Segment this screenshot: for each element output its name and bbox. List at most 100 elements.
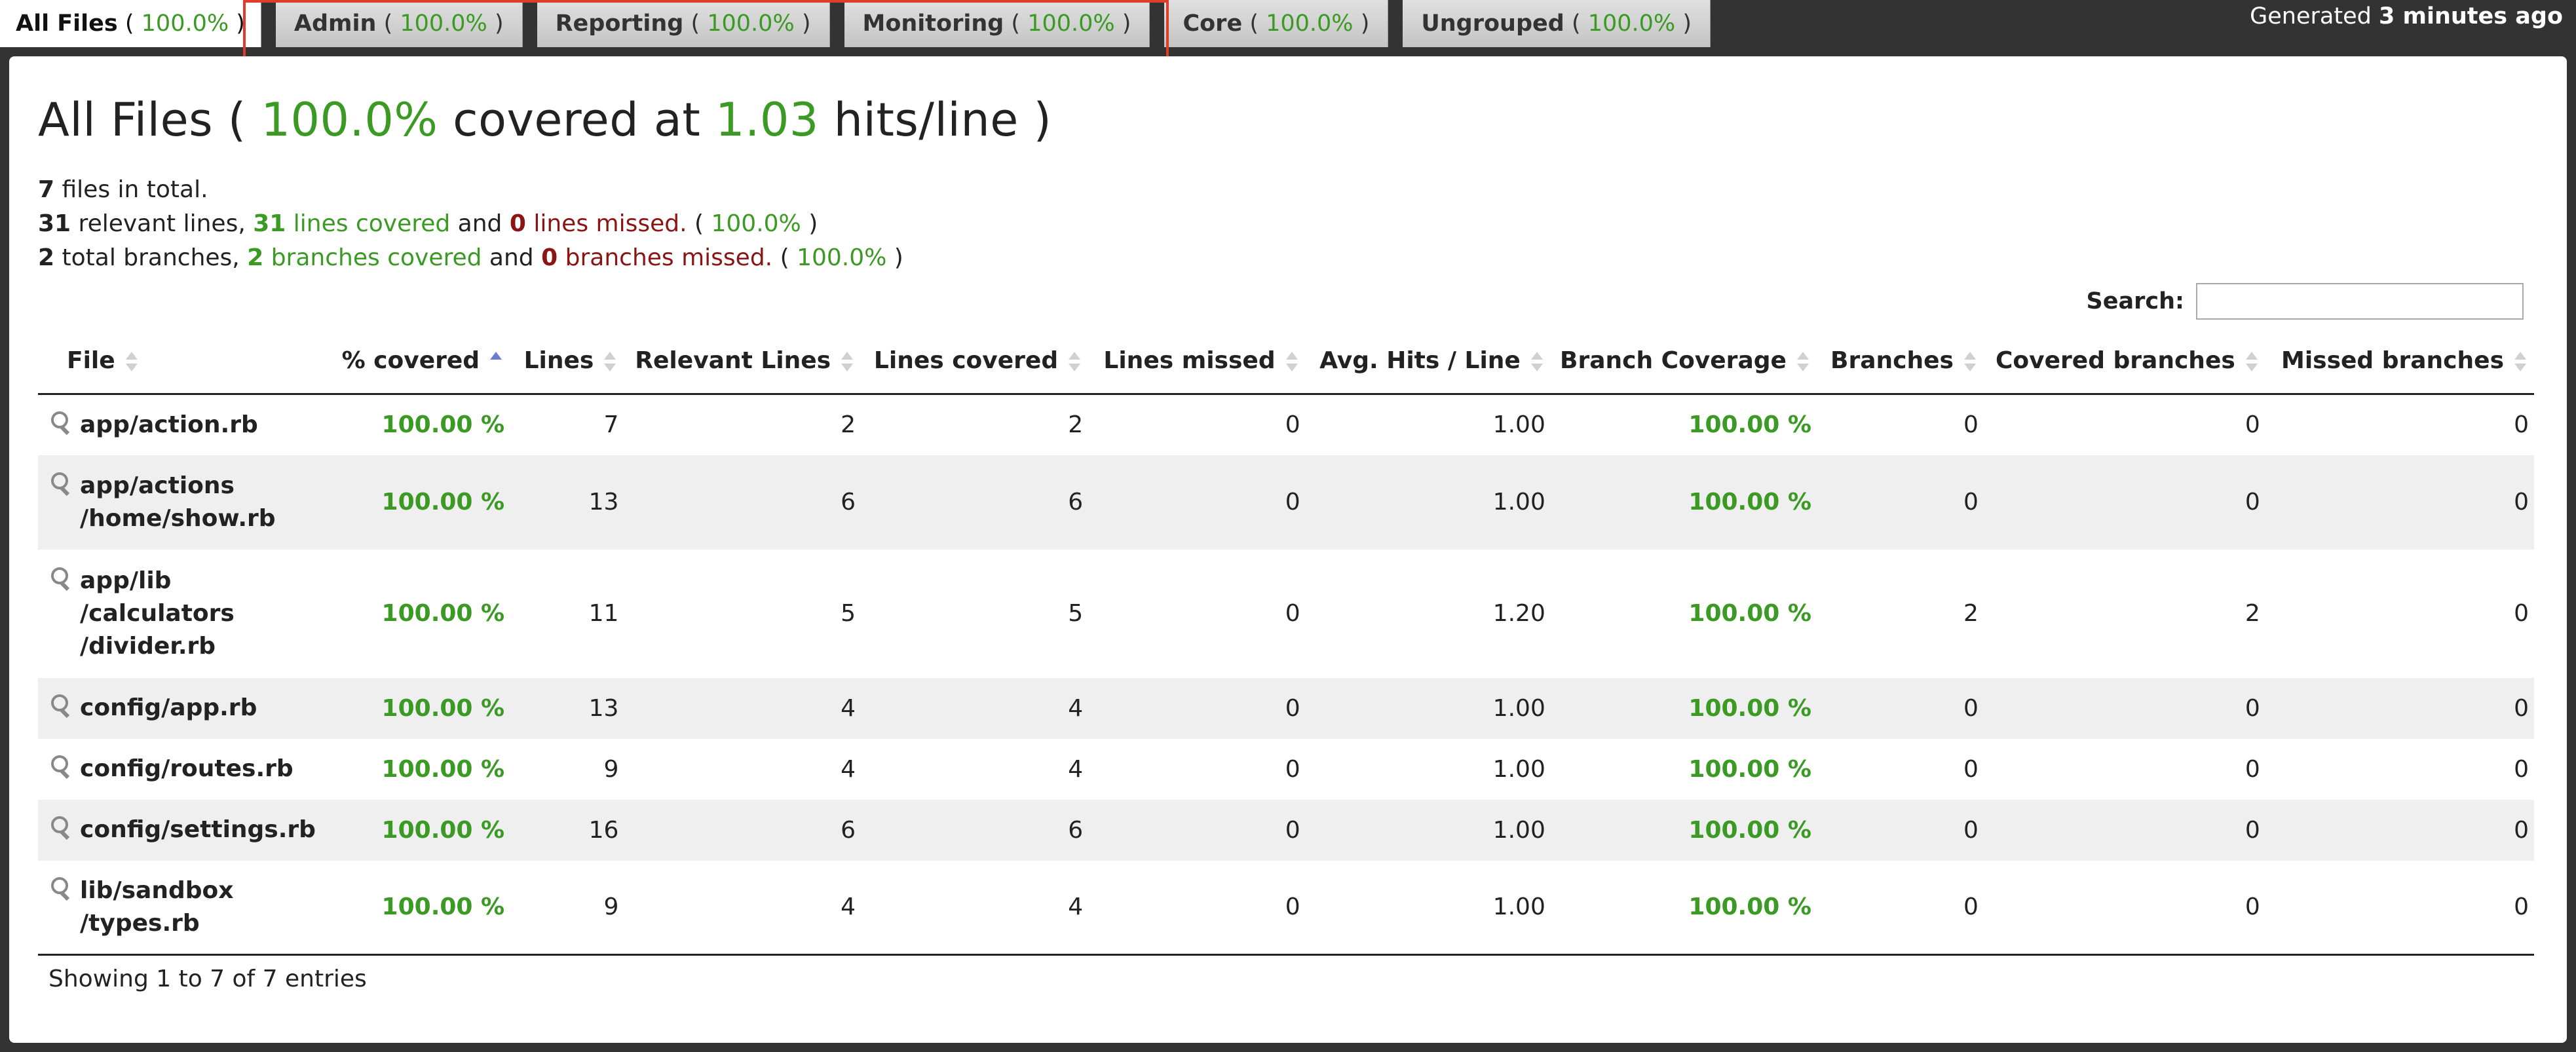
lines-covered-count: 31 <box>253 210 286 237</box>
branches-cell: 0 <box>1963 816 1979 844</box>
avg-hits-cell: 1.00 <box>1492 893 1545 921</box>
tab-paren-close: ) <box>1114 10 1131 37</box>
file-name: lib/sandbox/types.rb <box>80 874 233 940</box>
file-name: config/app.rb <box>80 692 257 724</box>
lines-missed-cell: 0 <box>1285 755 1300 783</box>
relevant-lines-cell: 4 <box>841 893 856 921</box>
lines-covered-cell: 4 <box>1068 694 1084 722</box>
title-middle: covered at <box>438 93 716 147</box>
file-name: config/routes.rb <box>80 753 294 785</box>
file-link[interactable]: lib/sandbox/types.rb <box>50 874 328 940</box>
files-total: 7 <box>38 176 55 203</box>
avg-hits-cell: 1.00 <box>1492 816 1545 844</box>
column-header-relevant-lines[interactable]: Relevant Lines <box>624 328 862 395</box>
file-link[interactable]: config/settings.rb <box>50 814 328 846</box>
file-link[interactable]: app/action.rb <box>50 409 328 441</box>
pct-covered-cell: 100.00 % <box>381 816 505 844</box>
branches-cell: 0 <box>1963 893 1979 921</box>
avg-hits-cell: 1.00 <box>1492 694 1545 722</box>
tab-paren-close: ) <box>487 10 504 37</box>
magnifier-icon <box>50 876 71 899</box>
file-link[interactable]: app/actions/home/show.rb <box>50 470 328 535</box>
branches-cell: 2 <box>1963 600 1979 627</box>
column-header-covered[interactable]: % covered <box>333 328 510 395</box>
lines-missed-count: 0 <box>509 210 526 237</box>
column-header-label: Lines <box>523 347 594 374</box>
lines-summary: 31 relevant lines, 31 lines covered and … <box>38 210 818 237</box>
file-cell: lib/sandbox/types.rb <box>38 861 333 955</box>
table-header-row: File % covered Lines Relevant Lines Lines co… <box>38 328 2534 395</box>
tab-ungrouped[interactable]: Ungrouped ( 100.0% ) <box>1403 0 1711 47</box>
lines-cell: 13 <box>588 489 619 516</box>
tab-paren-open: ( <box>683 10 708 37</box>
file-link[interactable]: app/lib/calculators/divider.rb <box>50 565 328 663</box>
tab-all-files[interactable]: All Files ( 100.0% ) <box>0 0 261 47</box>
table-row: config/settings.rb 100.00 % 16 6 6 0 1.00 100.0… <box>38 799 2534 861</box>
column-header-avg-hits-line[interactable]: Avg. Hits / Line <box>1305 328 1551 395</box>
sort-arrows-icon <box>2243 350 2260 373</box>
tab-reporting[interactable]: Reporting ( 100.0% ) <box>537 0 830 47</box>
lines-covered-cell: 6 <box>1068 489 1084 516</box>
file-cell: app/lib/calculators/divider.rb <box>38 550 333 678</box>
covered-branches-cell: 0 <box>2245 489 2260 516</box>
column-header-file[interactable]: File <box>38 328 334 395</box>
top-bar: All Files ( 100.0% ) Admin ( 100.0% ) Repo… <box>0 0 2576 66</box>
column-header-covered-branches[interactable]: Covered branches <box>1983 328 2265 395</box>
magnifier-icon <box>50 411 71 434</box>
file-name-segment: config/routes.rb <box>80 755 294 782</box>
files-summary: 7 files in total. <box>38 173 2538 207</box>
tab-paren-open: ( <box>376 10 400 37</box>
file-link[interactable]: config/routes.rb <box>50 753 328 785</box>
covered-branches-cell: 0 <box>2245 411 2260 439</box>
tab-label: Core <box>1183 10 1243 37</box>
pct-covered-cell: 100.00 % <box>381 411 505 439</box>
lines-cell: 7 <box>603 411 619 439</box>
column-header-missed-branches[interactable]: Missed branches <box>2265 328 2534 395</box>
column-header-lines-missed[interactable]: Lines missed <box>1088 328 1306 395</box>
sort-arrows-icon <box>1066 350 1083 373</box>
tab-monitoring[interactable]: Monitoring ( 100.0% ) <box>844 0 1150 47</box>
branch-coverage-cell: 100.00 % <box>1688 489 1811 516</box>
sort-arrows-icon <box>1528 350 1545 373</box>
file-name-segment: app/actions <box>80 472 235 499</box>
pct-covered-cell: 100.00 % <box>381 600 505 627</box>
column-header-lines[interactable]: Lines <box>510 328 624 395</box>
file-name-segment: config/settings.rb <box>80 816 316 843</box>
tab-core[interactable]: Core ( 100.0% ) <box>1164 0 1389 47</box>
column-header-label: Missed branches <box>2281 347 2504 374</box>
lines-missed-cell: 0 <box>1285 816 1300 844</box>
tab-paren-open: ( <box>117 10 142 37</box>
coverage-table: File % covered Lines Relevant Lines Lines co… <box>38 328 2534 960</box>
branches-cell: 0 <box>1963 755 1979 783</box>
column-header-branches[interactable]: Branches <box>1816 328 1984 395</box>
lines-missed-cell: 0 <box>1285 893 1300 921</box>
branch-coverage-cell: 100.00 % <box>1688 893 1811 921</box>
avg-hits-cell: 1.00 <box>1492 411 1545 439</box>
file-name: config/settings.rb <box>80 814 316 846</box>
tab-label: Monitoring <box>862 10 1004 37</box>
search-input[interactable] <box>2196 283 2524 320</box>
file-name: app/actions/home/show.rb <box>80 470 276 535</box>
file-link[interactable]: config/app.rb <box>50 692 328 724</box>
tab-paren-close: ) <box>229 10 245 37</box>
lines-cell: 11 <box>588 600 619 627</box>
missed-branches-cell: 0 <box>2514 893 2529 921</box>
column-header-label: % covered <box>341 347 480 374</box>
tab-pct: 100.0% <box>707 10 795 37</box>
generated-value: 3 minutes ago <box>2378 3 2563 29</box>
relevant-lines-count: 31 <box>38 210 71 237</box>
column-header-label: Covered branches <box>1996 347 2235 374</box>
tab-pct: 100.0% <box>1587 10 1676 37</box>
file-name-segment: app/lib <box>80 567 172 594</box>
lines-covered-cell: 2 <box>1068 411 1084 439</box>
tab-admin[interactable]: Admin ( 100.0% ) <box>275 0 523 47</box>
file-cell: config/routes.rb <box>38 739 333 800</box>
column-header-label: Lines missed <box>1103 347 1276 374</box>
tab-pct: 100.0% <box>141 10 229 37</box>
column-header-branch-coverage[interactable]: Branch Coverage <box>1550 328 1817 395</box>
column-header-lines-covered[interactable]: Lines covered <box>861 328 1089 395</box>
tab-paren-close: ) <box>1675 10 1692 37</box>
entries-info: Showing 1 to 7 of 7 entries <box>48 966 367 992</box>
generated-label: Generated <box>2250 3 2379 29</box>
sort-arrows-icon <box>1794 350 1811 373</box>
